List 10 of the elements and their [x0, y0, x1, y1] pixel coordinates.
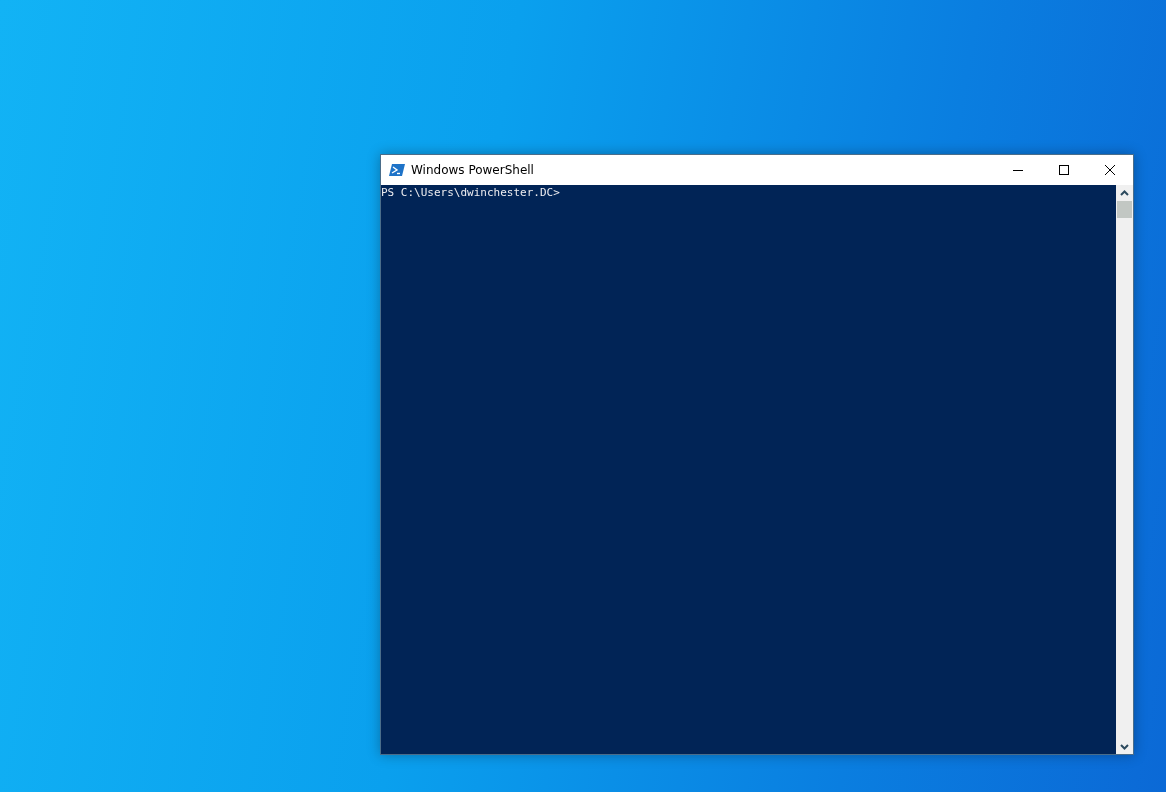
scroll-up-icon[interactable] [1120, 190, 1129, 196]
maximize-icon [1058, 164, 1070, 176]
console-line: PS C:\Users\dwinchester.DC> [381, 186, 561, 200]
scrollbar-thumb[interactable] [1117, 201, 1132, 218]
console-area[interactable]: PS C:\Users\dwinchester.DC> [381, 185, 1116, 754]
close-icon [1104, 164, 1116, 176]
terminal-prompt-icon [389, 163, 405, 177]
window-title: Windows PowerShell [411, 163, 534, 177]
scrollbar[interactable] [1116, 185, 1133, 754]
scroll-down-icon[interactable] [1120, 744, 1129, 750]
